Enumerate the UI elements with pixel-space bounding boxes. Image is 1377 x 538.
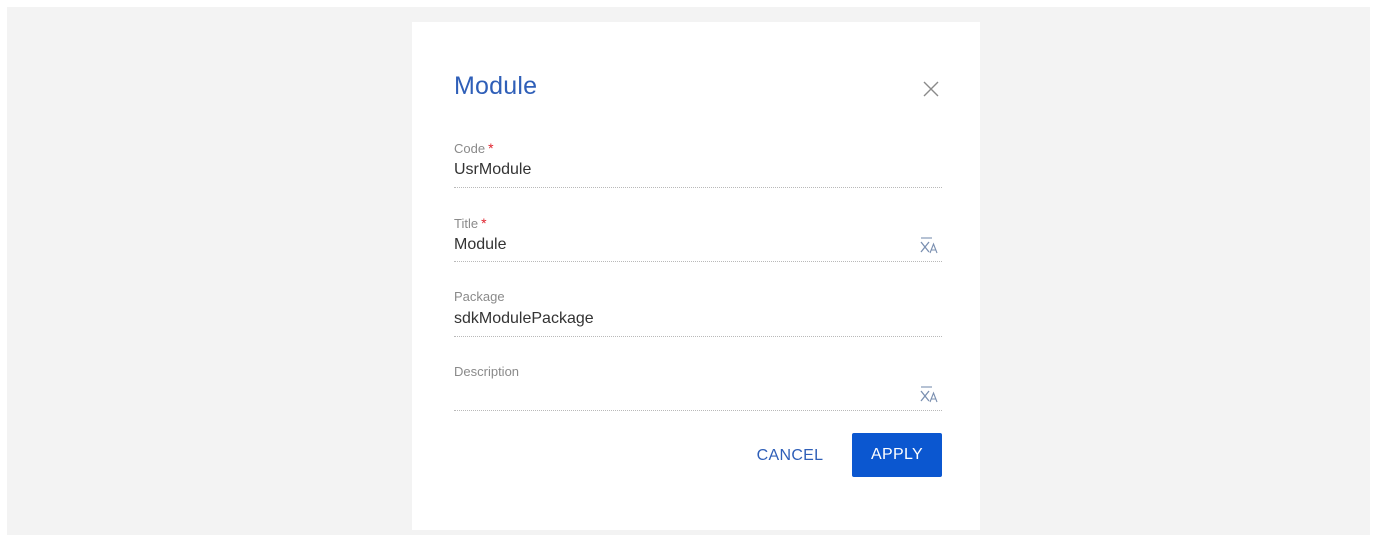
close-button[interactable] bbox=[920, 78, 942, 100]
code-label: Code * bbox=[454, 140, 494, 156]
module-dialog: Module Code * UsrModule Title * Module Pac… bbox=[412, 22, 980, 530]
code-field[interactable]: Code * UsrModule bbox=[454, 140, 942, 188]
title-field[interactable]: Title * Module bbox=[454, 215, 942, 262]
required-marker: * bbox=[481, 215, 487, 231]
description-label: Description bbox=[454, 364, 520, 379]
cancel-button[interactable]: CANCEL bbox=[742, 436, 838, 476]
translate-icon[interactable] bbox=[918, 384, 940, 404]
dialog-title: Module bbox=[454, 72, 538, 100]
title-value[interactable]: Module bbox=[454, 236, 506, 254]
code-value[interactable]: UsrModule bbox=[454, 161, 531, 179]
package-field[interactable]: Package sdkModulePackage bbox=[454, 289, 942, 337]
description-field[interactable]: Description bbox=[454, 364, 942, 411]
package-value[interactable]: sdkModulePackage bbox=[454, 310, 594, 328]
title-label: Title * bbox=[454, 215, 487, 231]
apply-button[interactable]: APPLY bbox=[852, 433, 942, 477]
required-marker: * bbox=[488, 140, 494, 156]
package-label: Package bbox=[454, 289, 505, 304]
translate-icon[interactable] bbox=[918, 235, 940, 255]
close-icon bbox=[923, 81, 939, 97]
